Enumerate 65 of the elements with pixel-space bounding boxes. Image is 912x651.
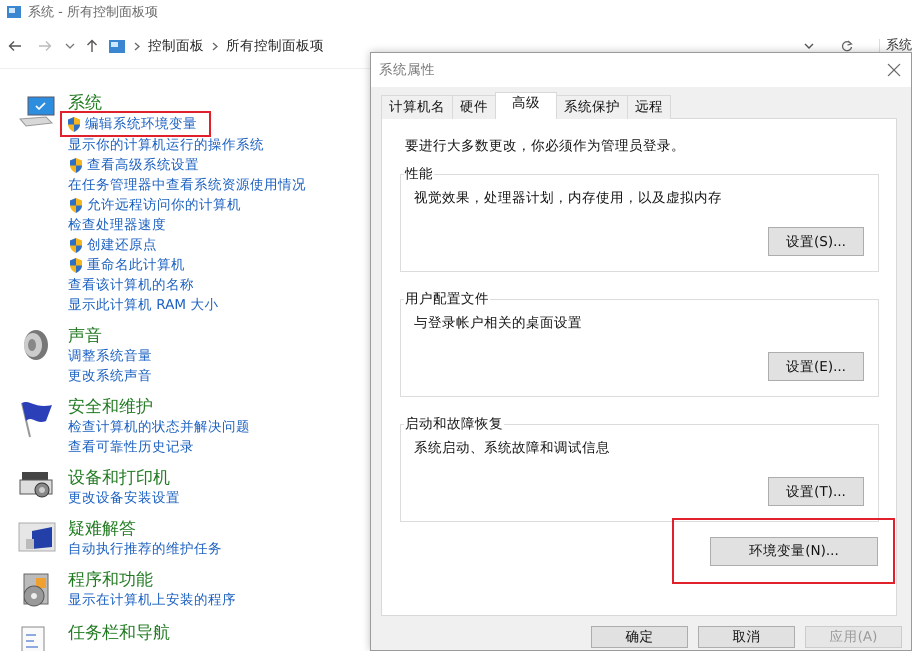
monitor-icon xyxy=(18,521,56,553)
task-link[interactable]: 查看该计算机的名称 xyxy=(68,275,194,295)
settings-button[interactable]: 设置(E)... xyxy=(768,352,864,381)
task-link[interactable]: 查看可靠性历史记录 xyxy=(68,437,194,457)
breadcrumb-item[interactable]: 控制面板 xyxy=(148,37,204,55)
tab[interactable]: 高级 xyxy=(495,92,557,119)
task-link[interactable]: 允许远程访问你的计算机 xyxy=(68,195,241,215)
notice-text: 要进行大多数更改，你必须作为管理员登录。 xyxy=(405,137,686,155)
tab[interactable]: 计算机名 xyxy=(381,95,453,119)
task-link[interactable]: 调整系统音量 xyxy=(68,346,152,366)
tab[interactable]: 硬件 xyxy=(452,95,496,119)
task-link[interactable]: 显示你的计算机运行的操作系统 xyxy=(68,135,264,155)
printer-icon xyxy=(18,470,54,500)
chevron-icon xyxy=(212,42,218,50)
forward-arrow-icon xyxy=(38,40,52,52)
breadcrumb-item[interactable]: 所有控制面板项 xyxy=(226,37,324,55)
dialog-title: 系统属性 xyxy=(379,61,435,79)
shield-icon xyxy=(68,156,84,174)
group-title: 用户配置文件 xyxy=(404,290,490,308)
refresh-icon xyxy=(841,40,853,52)
group-description: 视觉效果，处理器计划，内存使用，以及虚拟内存 xyxy=(414,189,723,207)
tab[interactable]: 系统保护 xyxy=(556,95,628,119)
tab[interactable]: 远程 xyxy=(627,95,671,119)
close-icon xyxy=(887,63,901,77)
task-link[interactable]: 检查计算机的状态并解决问题 xyxy=(68,417,250,437)
flag-icon xyxy=(18,399,54,439)
dialog-button[interactable]: 确定 xyxy=(591,626,688,648)
task-link[interactable]: 在任务管理器中查看系统资源使用情况 xyxy=(68,175,306,195)
category-title[interactable]: 系统 xyxy=(68,93,102,113)
up-arrow-icon xyxy=(86,39,98,53)
task-link[interactable]: 检查处理器速度 xyxy=(68,215,166,235)
shield-icon xyxy=(66,116,82,132)
dropdown-icon xyxy=(803,42,815,50)
task-link[interactable]: 更改系统声音 xyxy=(68,366,152,386)
control-panel-icon xyxy=(108,38,126,54)
window-title: 系统 - 所有控制面板项 xyxy=(28,4,158,21)
shield-icon xyxy=(68,236,84,254)
task-link[interactable]: 编辑系统环境变量 xyxy=(62,113,209,135)
settings-button[interactable]: 设置(T)... xyxy=(768,477,864,506)
settings-button[interactable]: 设置(S)... xyxy=(768,227,864,256)
back-arrow-icon xyxy=(8,40,22,52)
environment-variables-button[interactable]: 环境变量(N)... xyxy=(710,536,878,566)
shield-icon xyxy=(68,256,84,274)
control-panel-icon xyxy=(6,5,22,19)
task-link[interactable]: 重命名此计算机 xyxy=(68,255,185,275)
dialog-button[interactable]: 取消 xyxy=(698,626,795,648)
task-link[interactable]: 自动执行推荐的维护任务 xyxy=(68,539,222,559)
category-title[interactable]: 声音 xyxy=(68,326,102,346)
category-title[interactable]: 任务栏和导航 xyxy=(68,623,170,643)
task-link[interactable]: 查看高级系统设置 xyxy=(68,155,199,175)
chevron-icon xyxy=(134,42,140,50)
task-link[interactable]: 显示在计算机上安装的程序 xyxy=(68,590,236,610)
category-title[interactable]: 安全和维护 xyxy=(68,397,153,417)
shield-icon xyxy=(68,196,84,214)
task-link[interactable]: 更改设备安装设置 xyxy=(68,488,180,508)
dropdown-icon xyxy=(64,42,76,50)
group-description: 与登录帐户相关的桌面设置 xyxy=(414,314,583,332)
task-link[interactable]: 显示此计算机 RAM 大小 xyxy=(68,295,218,315)
group-title: 性能 xyxy=(404,165,434,183)
category-title[interactable]: 疑难解答 xyxy=(68,519,136,539)
category-title[interactable]: 设备和打印机 xyxy=(68,468,170,488)
group-description: 系统启动、系统故障和调试信息 xyxy=(414,439,611,457)
task-link[interactable]: 创建还原点 xyxy=(68,235,157,255)
category-title[interactable]: 程序和功能 xyxy=(68,570,153,590)
group-title: 启动和故障恢复 xyxy=(404,415,504,433)
